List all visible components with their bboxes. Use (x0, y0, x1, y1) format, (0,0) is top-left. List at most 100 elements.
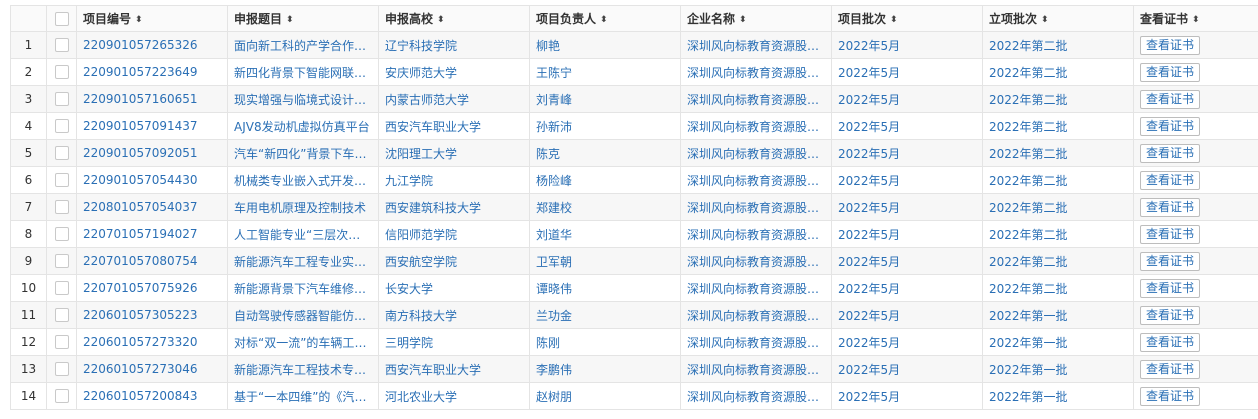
project-code-link[interactable]: 220901057054430 (76, 166, 228, 194)
row-checkbox[interactable] (54, 119, 69, 134)
project-title-link[interactable]: 汽车“新四化”背景下车辆… (227, 139, 379, 167)
row-select-cell[interactable] (46, 193, 77, 221)
row-checkbox[interactable] (54, 146, 69, 161)
project-code-link[interactable]: 220601057273320 (76, 328, 228, 356)
table-row[interactable]: 13 220601057273046 新能源汽车工程技术专… 西安汽车职业大学 李鹏伟深… (10, 355, 1258, 383)
table-row[interactable]: 12 220601057273320 对标“双一流”的车辆工程… 三明学院 陈刚 深圳风向… (10, 328, 1258, 356)
project-code-link[interactable]: 220601057200843 (76, 382, 228, 410)
table-row[interactable]: 10 220701057075926 新能源背景下汽车维修… 长安大学 谭晓伟 深圳风向标… (10, 274, 1258, 302)
view-certificate-button[interactable]: 查看证书 (1140, 278, 1201, 298)
view-certificate-button[interactable]: 查看证书 (1140, 89, 1201, 109)
view-certificate-button[interactable]: 查看证书 (1140, 332, 1201, 352)
select-all-checkbox[interactable] (54, 11, 69, 26)
view-certificate-button[interactable]: 查看证书 (1140, 305, 1201, 325)
row-select-cell[interactable] (46, 139, 77, 167)
row-checkbox[interactable] (54, 65, 69, 80)
leader-link[interactable]: 孙新沛 (529, 112, 681, 140)
sort-icon[interactable]: ⬍ (739, 15, 747, 25)
school-link[interactable]: 长安大学 (378, 274, 530, 302)
column-header-code[interactable]: 项目编号 ⬍ (76, 5, 228, 32)
project-code-link[interactable]: 220701057194027 (76, 220, 228, 248)
leader-link[interactable]: 卫军朝 (529, 247, 681, 275)
row-select-cell[interactable] (46, 355, 77, 383)
company-link[interactable]: 深圳风向标教育资源股… (680, 139, 832, 167)
leader-link[interactable]: 赵树朋 (529, 382, 681, 410)
row-checkbox[interactable] (54, 308, 69, 323)
row-select-cell[interactable] (46, 301, 77, 329)
column-header-approval[interactable]: 立项批次 ⬍ (982, 5, 1134, 32)
row-select-cell[interactable] (46, 166, 77, 194)
row-select-cell[interactable] (46, 247, 77, 275)
row-select-cell[interactable] (46, 382, 77, 410)
company-link[interactable]: 深圳风向标教育资源股… (680, 166, 832, 194)
project-code-link[interactable]: 220601057305223 (76, 301, 228, 329)
school-link[interactable]: 西安建筑科技大学 (378, 193, 530, 221)
row-select-cell[interactable] (46, 31, 77, 59)
row-select-cell[interactable] (46, 112, 77, 140)
sort-icon[interactable]: ⬍ (437, 15, 445, 25)
view-certificate-button[interactable]: 查看证书 (1140, 116, 1201, 136)
leader-link[interactable]: 刘青峰 (529, 85, 681, 113)
column-header-company[interactable]: 企业名称 ⬍ (680, 5, 832, 32)
row-checkbox[interactable] (54, 389, 69, 404)
row-select-cell[interactable] (46, 220, 77, 248)
company-link[interactable]: 深圳风向标教育资源股… (680, 247, 832, 275)
school-link[interactable]: 西安航空学院 (378, 247, 530, 275)
project-code-link[interactable]: 220901057092051 (76, 139, 228, 167)
sort-icon[interactable]: ⬍ (135, 15, 143, 25)
view-certificate-button[interactable]: 查看证书 (1140, 251, 1201, 271)
leader-link[interactable]: 杨险峰 (529, 166, 681, 194)
school-link[interactable]: 沈阳理工大学 (378, 139, 530, 167)
table-row[interactable]: 3 220901057160651 现实增强与临境式设计… 内蒙古师范大学 刘青峰 深圳风… (10, 85, 1258, 113)
school-link[interactable]: 辽宁科技学院 (378, 31, 530, 59)
row-checkbox[interactable] (54, 335, 69, 350)
leader-link[interactable]: 谭晓伟 (529, 274, 681, 302)
company-link[interactable]: 深圳风向标教育资源股… (680, 382, 832, 410)
table-row[interactable]: 4 220901057091437 AJV8发动机虚拟仿真平台 西安汽车职业大学 孙新沛… (10, 112, 1258, 140)
row-select-cell[interactable] (46, 85, 77, 113)
sort-icon[interactable]: ⬍ (1192, 15, 1200, 25)
table-row[interactable]: 14 220601057200843 基于“一本四维”的《汽车… 河北农业大学 赵树朋深… (10, 382, 1258, 410)
school-link[interactable]: 河北农业大学 (378, 382, 530, 410)
table-row[interactable]: 6 220901057054430 机械类专业嵌入式开发… 九江学院 杨险峰 深圳风向标教… (10, 166, 1258, 194)
company-link[interactable]: 深圳风向标教育资源股… (680, 58, 832, 86)
leader-link[interactable]: 刘道华 (529, 220, 681, 248)
project-title-link[interactable]: 对标“双一流”的车辆工程… (227, 328, 379, 356)
company-link[interactable]: 深圳风向标教育资源股… (680, 220, 832, 248)
school-link[interactable]: 三明学院 (378, 328, 530, 356)
view-certificate-button[interactable]: 查看证书 (1140, 386, 1201, 406)
project-code-link[interactable]: 220701057080754 (76, 247, 228, 275)
table-row[interactable]: 8 220701057194027 人工智能专业“三层次四… 信阳师范学院 刘道华 深圳风… (10, 220, 1258, 248)
view-certificate-button[interactable]: 查看证书 (1140, 143, 1201, 163)
row-checkbox[interactable] (54, 362, 69, 377)
project-code-link[interactable]: 220901057265326 (76, 31, 228, 59)
row-checkbox[interactable] (54, 281, 69, 296)
company-link[interactable]: 深圳风向标教育资源股… (680, 274, 832, 302)
project-code-link[interactable]: 220801057054037 (76, 193, 228, 221)
sort-icon[interactable]: ⬍ (286, 15, 294, 25)
view-certificate-button[interactable]: 查看证书 (1140, 62, 1201, 82)
project-title-link[interactable]: 新能源汽车工程技术专… (227, 355, 379, 383)
project-title-link[interactable]: 人工智能专业“三层次四… (227, 220, 379, 248)
table-row[interactable]: 1 220901057265326 面向新工科的产学合作… 辽宁科技学院 柳艳 深圳风向标… (10, 31, 1258, 59)
leader-link[interactable]: 兰功金 (529, 301, 681, 329)
company-link[interactable]: 深圳风向标教育资源股… (680, 31, 832, 59)
leader-link[interactable]: 柳艳 (529, 31, 681, 59)
view-certificate-button[interactable]: 查看证书 (1140, 224, 1201, 244)
company-link[interactable]: 深圳风向标教育资源股… (680, 328, 832, 356)
column-header-batch[interactable]: 项目批次 ⬍ (831, 5, 983, 32)
school-link[interactable]: 内蒙古师范大学 (378, 85, 530, 113)
project-title-link[interactable]: 自动驾驶传感器智能仿… (227, 301, 379, 329)
project-title-link[interactable]: 新能源背景下汽车维修… (227, 274, 379, 302)
project-title-link[interactable]: AJV8发动机虚拟仿真平台 (227, 112, 379, 140)
row-checkbox[interactable] (54, 227, 69, 242)
view-certificate-button[interactable]: 查看证书 (1140, 35, 1201, 55)
leader-link[interactable]: 陈刚 (529, 328, 681, 356)
project-code-link[interactable]: 220701057075926 (76, 274, 228, 302)
column-header-leader[interactable]: 项目负责人 ⬍ (529, 5, 681, 32)
view-certificate-button[interactable]: 查看证书 (1140, 170, 1201, 190)
table-row[interactable]: 2 220901057223649 新四化背景下智能网联… 安庆师范大学 王陈宁 深圳风向… (10, 58, 1258, 86)
leader-link[interactable]: 李鹏伟 (529, 355, 681, 383)
school-link[interactable]: 安庆师范大学 (378, 58, 530, 86)
row-select-cell[interactable] (46, 274, 77, 302)
